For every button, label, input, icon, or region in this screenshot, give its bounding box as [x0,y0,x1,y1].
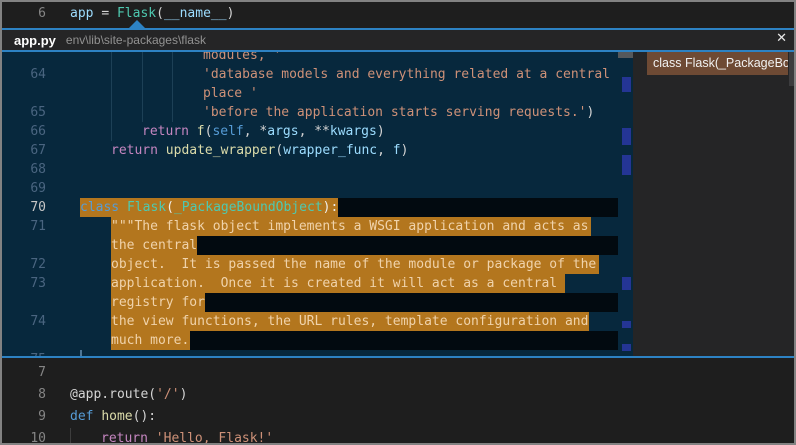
code-row: 8 @app.route('/') [0,384,796,406]
code-text: registry for [111,293,205,312]
code-row: 64 'database models and everything relate… [0,65,633,84]
code-row: 7 [0,362,796,384]
line-number: 66 [0,122,46,141]
line-number: 73 [0,274,46,293]
code-text: much more. [111,331,189,350]
indent-guide [70,428,71,445]
close-icon[interactable]: ✕ [776,31,787,46]
reference-item-label: class Flask(_PackageBo.. [653,56,788,70]
code-row: much more. [0,331,633,350]
reference-item-selected[interactable]: class Flask(_PackageBo.. [647,52,788,75]
peek-body: modules, ' 64 'database models and everyth… [0,52,796,356]
code-text: app = Flask(__name__) [70,3,234,25]
code-text: return update_wrapper(wrapper_func, f) [111,141,408,160]
code-text: def home(): [70,406,156,428]
selection-end-strip [197,236,618,255]
line-number: 71 [0,217,46,236]
code-text: application. Once it is created it will … [111,274,557,293]
line-number: 9 [0,406,46,428]
code-row: 68 [0,160,633,179]
selection-end-strip [190,331,618,350]
indent-guide [172,103,173,122]
indent-guide [142,103,143,122]
line-number: 64 [0,65,46,84]
editor-bottom-lines[interactable]: 78 @app.route('/') 9 def home(): 10 return 'H… [0,358,796,445]
code-text: """The flask object implements a WSGI ap… [111,217,588,236]
ruler-selection-mark [622,321,631,328]
line-number: 69 [0,179,46,198]
peek-file-path: env\lib\site-packages\flask [66,33,206,47]
code-row: 72 object. It is passed the name of the m… [0,255,633,274]
code-row: 65 'before the application starts serving… [0,103,633,122]
line-number: 70 [0,198,46,217]
code-text: 'database models and everything related … [203,65,610,84]
indent-guide [111,122,112,141]
peek-header: app.py env\lib\site-packages\flask ✕ [0,30,796,52]
line-number: 7 [0,362,46,384]
code-text: the central [111,236,197,255]
code-row: 69 [0,179,633,198]
editor-top: 6 app = Flask(__name__) [0,0,796,28]
peek-definition-widget: app.py env\lib\site-packages\flask ✕ mod… [0,28,796,358]
code-row: the central [0,236,633,255]
ruler-selection-mark [622,128,631,145]
code-text: 'before the application starts serving r… [203,103,594,122]
code-row: modules, ' [0,52,633,65]
references-scrollbar[interactable] [789,52,795,86]
ruler-selection-mark [622,277,631,290]
line-number: 72 [0,255,46,274]
code-row: 70 class Flask(_PackageBoundObject): [0,198,633,217]
code-text: place ' [203,84,258,103]
editor-bottom: 78 @app.route('/') 9 def home(): 10 return 'H… [0,358,796,445]
code-row: 9 def home(): [0,406,796,428]
code-text: modules, ' [203,52,281,65]
line-number: 65 [0,103,46,122]
code-row: 71 """The flask object implements a WSGI … [0,217,633,236]
line-number: 74 [0,312,46,331]
code-text: class Flask(_PackageBoundObject): [80,198,338,217]
code-row: 6 app = Flask(__name__) [0,3,796,25]
code-row: 10 return 'Hello, Flask!' [0,428,796,445]
indent-guide [172,65,173,84]
references-panel: class Flask(_PackageBo.. [633,52,796,356]
editor-top-lines[interactable]: 6 app = Flask(__name__) [0,0,796,28]
peek-anchor-arrow [129,20,145,28]
code-row: 73 application. Once it is created it wil… [0,274,633,293]
code-text: object. It is passed the name of the mod… [111,255,596,274]
code-row: place ' [0,84,633,103]
selection-end-strip [338,198,618,217]
indent-guide [111,65,112,84]
code-text: return f(self, *args, **kwargs) [142,122,385,141]
line-number: 68 [0,160,46,179]
line-number: 6 [0,3,46,25]
indent-guide [111,84,112,103]
peek-editor[interactable]: modules, ' 64 'database models and everyth… [0,52,633,356]
ruler-selection-mark [622,77,631,92]
code-text: return 'Hello, Flask!' [101,428,273,445]
overview-ruler [618,52,633,356]
ruler-selection-mark [622,344,631,351]
indent-guide [111,103,112,122]
indent-guide [172,84,173,103]
vscode-window: 6 app = Flask(__name__) app.py env\lib\si… [0,0,796,445]
code-row: registry for [0,293,633,312]
line-number: 8 [0,384,46,406]
indent-guide [111,52,112,65]
line-number: 67 [0,141,46,160]
code-text: the view functions, the URL rules, templ… [111,312,588,331]
indent-guide [142,84,143,103]
code-text: @app.route('/') [70,384,187,406]
scrollbar-thumb [618,52,633,58]
indent-guide [142,52,143,65]
indent-guide [142,65,143,84]
code-row: 66 return f(self, *args, **kwargs) [0,122,633,141]
indent-guide [172,52,173,65]
selection-end-strip [205,293,618,312]
line-number: 10 [0,428,46,445]
code-row: 74 the view functions, the URL rules, tem… [0,312,633,331]
ruler-selection-mark [622,155,631,175]
code-row: 67 return update_wrapper(wrapper_func, f) [0,141,633,160]
peek-title: app.py [14,33,56,48]
